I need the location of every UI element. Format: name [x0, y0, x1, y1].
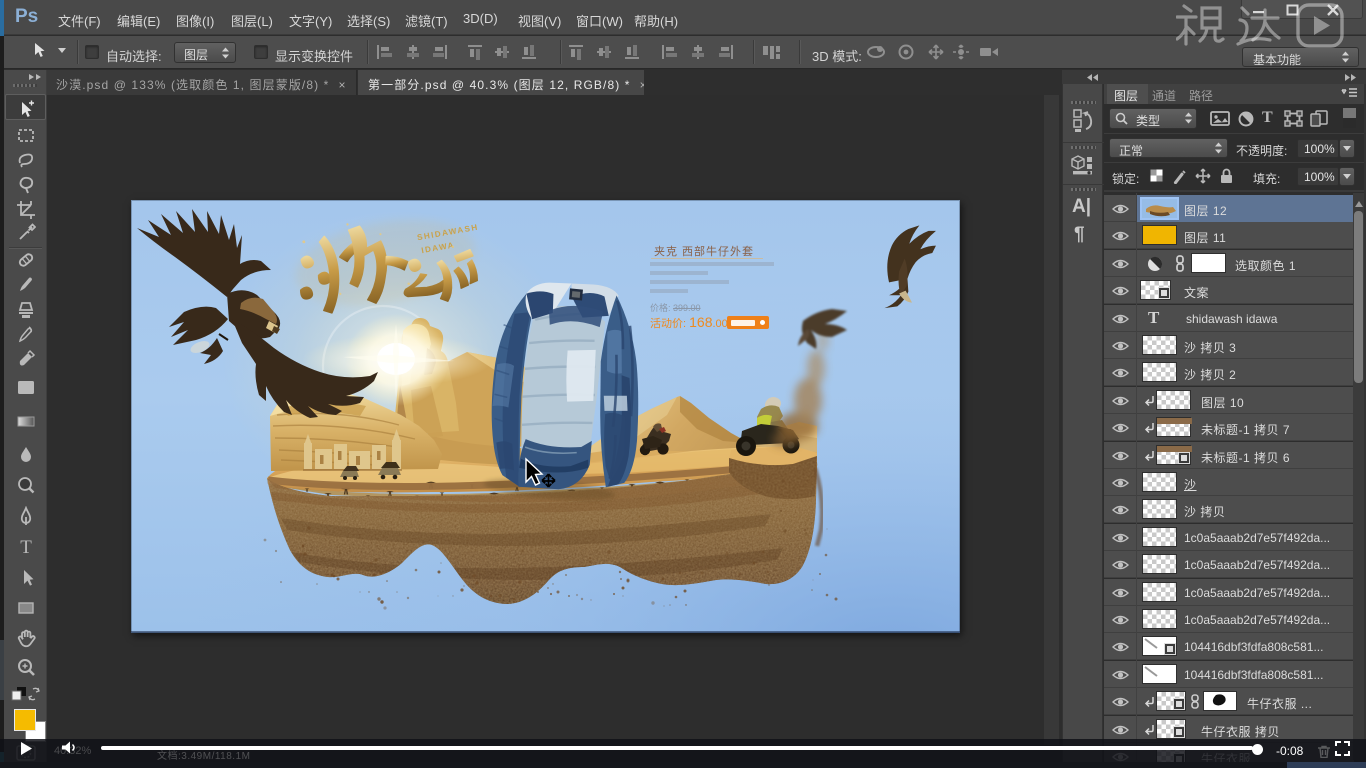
svg-text:T: T [20, 537, 32, 557]
